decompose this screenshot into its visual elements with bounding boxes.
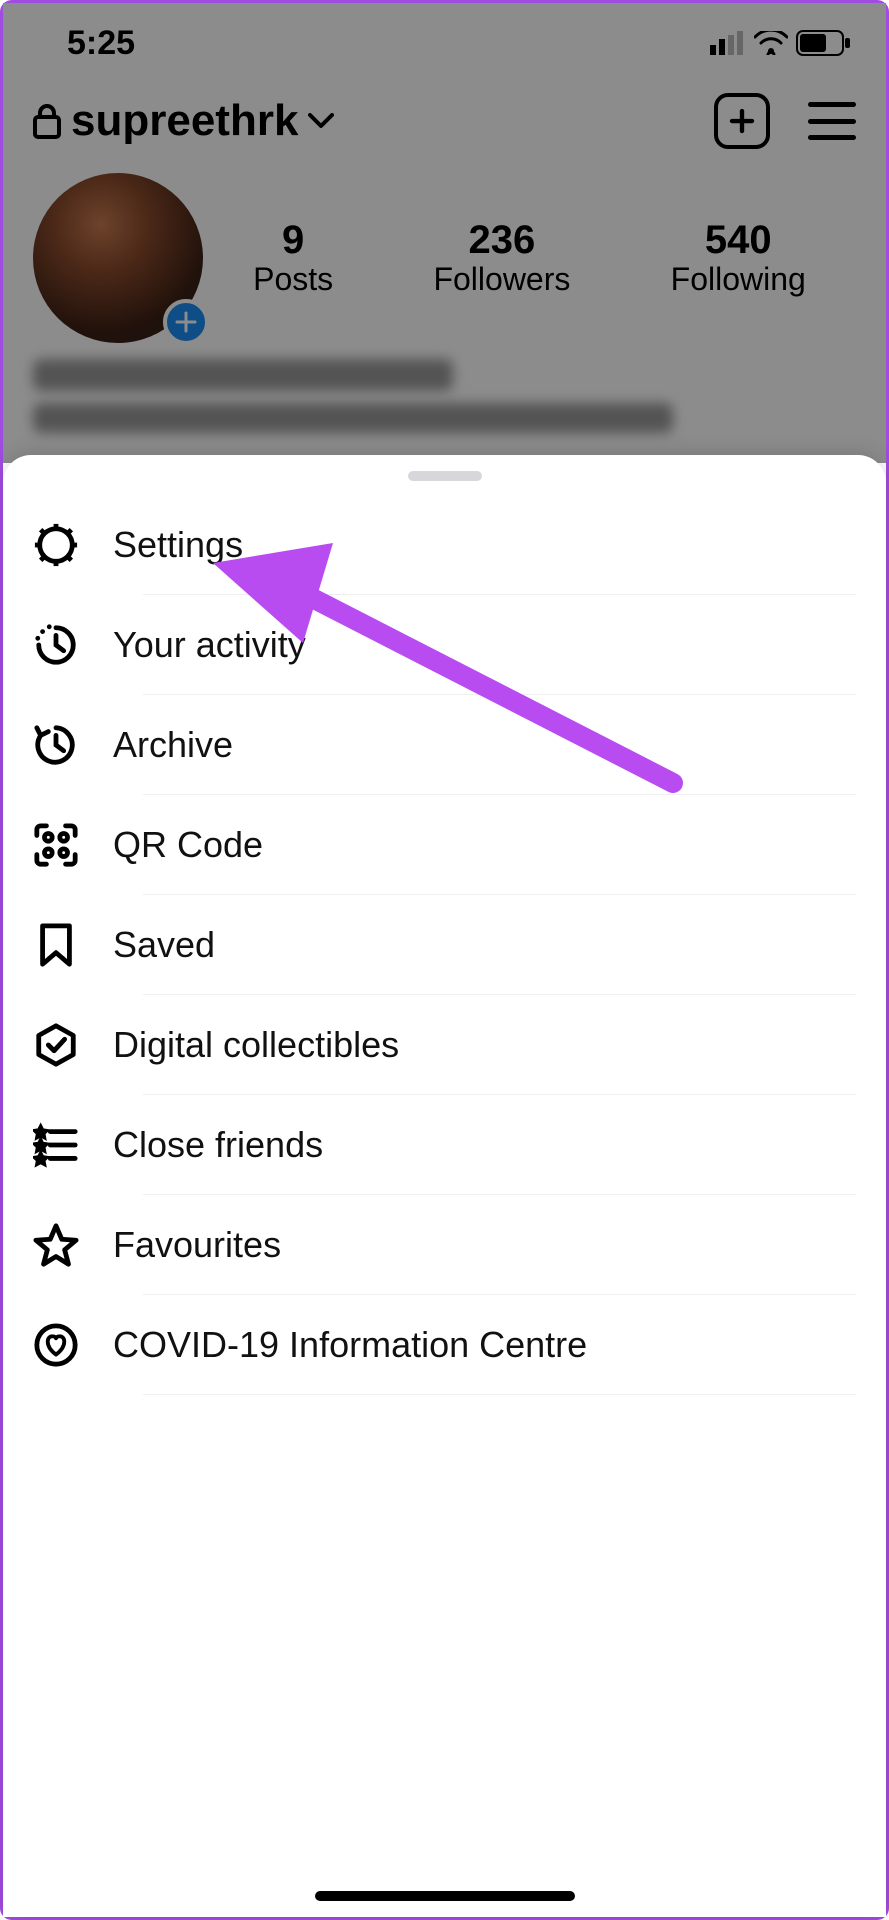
menu-item-activity[interactable]: Your activity [33, 595, 856, 695]
lock-icon [33, 103, 61, 139]
add-post-icon [727, 106, 757, 136]
battery-icon [796, 30, 852, 56]
new-post-button[interactable] [714, 93, 770, 149]
qr-code-icon [33, 822, 79, 868]
menu-item-label: QR Code [113, 824, 263, 866]
stat-posts-value: 9 [282, 218, 304, 262]
menu-item-label: Digital collectibles [113, 1024, 399, 1066]
menu-item-label: Favourites [113, 1224, 281, 1266]
menu-item-closefriends[interactable]: Close friends [33, 1095, 856, 1195]
menu-item-favourites[interactable]: Favourites [33, 1195, 856, 1295]
stat-followers[interactable]: 236 Followers [433, 218, 570, 298]
bio-text-blurred [33, 403, 673, 433]
heart-circle-icon [33, 1322, 79, 1368]
menu-item-label: Settings [113, 524, 243, 566]
stat-following-value: 540 [705, 218, 772, 262]
gear-icon [33, 522, 79, 568]
avatar[interactable] [33, 173, 203, 343]
username-text: supreethrk [71, 96, 298, 146]
profile-bio [3, 343, 886, 449]
star-list-icon [33, 1122, 79, 1168]
sheet-grabber[interactable] [408, 471, 482, 481]
menu-item-saved[interactable]: Saved [33, 895, 856, 995]
menu-button[interactable] [808, 102, 856, 140]
stat-followers-label: Followers [433, 261, 570, 298]
stat-following[interactable]: 540 Following [671, 218, 806, 298]
username-selector[interactable]: supreethrk [33, 96, 334, 146]
home-indicator[interactable] [315, 1891, 575, 1901]
plus-icon [175, 311, 197, 333]
menu-item-label: COVID-19 Information Centre [113, 1324, 587, 1366]
menu-item-label: Saved [113, 924, 215, 966]
stat-posts[interactable]: 9 Posts [253, 218, 333, 298]
activity-icon [33, 622, 79, 668]
bio-name-blurred [33, 359, 453, 391]
profile-stats-row: 9 Posts 236 Followers 540 Following [3, 149, 886, 343]
profile-header: supreethrk [3, 83, 886, 149]
chevron-down-icon [308, 113, 334, 129]
menu-item-covid[interactable]: COVID-19 Information Centre [33, 1295, 856, 1395]
archive-icon [33, 722, 79, 768]
stat-posts-label: Posts [253, 261, 333, 298]
menu-item-collectibles[interactable]: Digital collectibles [33, 995, 856, 1095]
menu-item-label: Your activity [113, 624, 306, 666]
menu-item-archive[interactable]: Archive [33, 695, 856, 795]
menu-item-qr[interactable]: QR Code [33, 795, 856, 895]
stat-following-label: Following [671, 261, 806, 298]
hexagon-check-icon [33, 1022, 79, 1068]
bookmark-icon [33, 922, 79, 968]
profile-screen-dimmed: 5:25 supreethrk [3, 3, 886, 463]
wifi-icon [754, 31, 788, 55]
hamburger-icon [808, 102, 856, 107]
menu-item-label: Close friends [113, 1124, 323, 1166]
status-indicators [710, 30, 852, 56]
status-bar: 5:25 [3, 3, 886, 83]
status-time: 5:25 [67, 24, 135, 63]
menu-item-label: Archive [113, 724, 233, 766]
cellular-icon [710, 31, 746, 55]
menu-list: Settings Your activity Archive [3, 495, 886, 1395]
stat-followers-value: 236 [469, 218, 536, 262]
menu-item-settings[interactable]: Settings [33, 495, 856, 595]
menu-bottom-sheet: Settings Your activity Archive [3, 455, 886, 1917]
star-icon [33, 1222, 79, 1268]
add-story-button[interactable] [163, 299, 209, 345]
